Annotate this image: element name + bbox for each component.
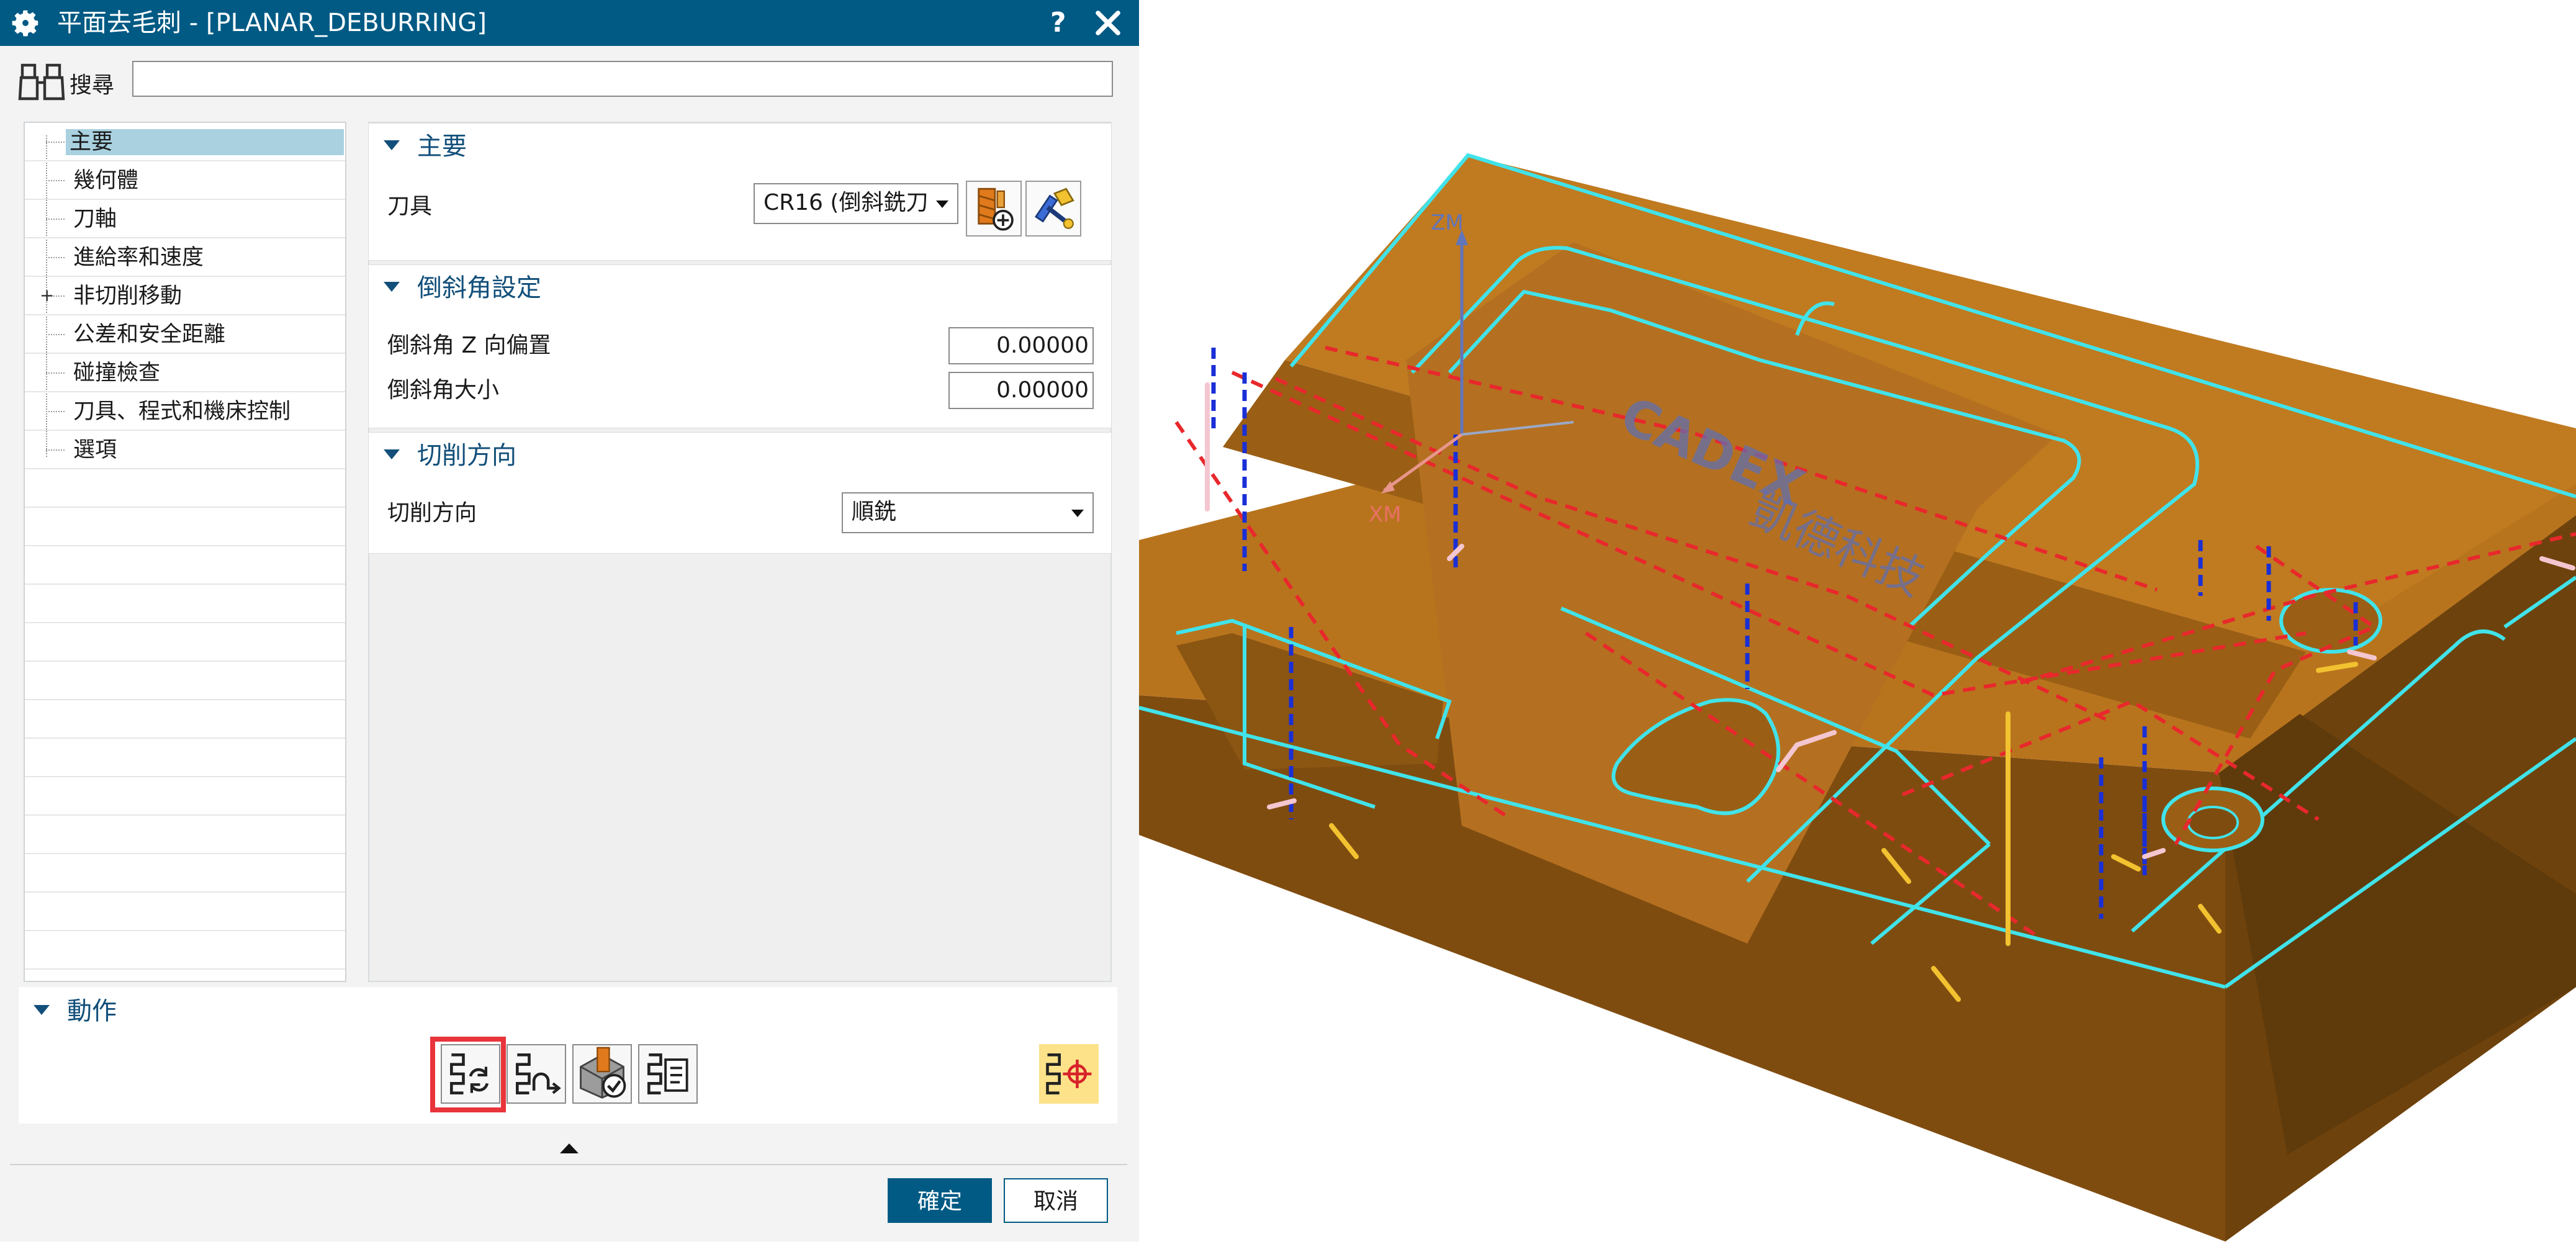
tool-select[interactable]: CR16 (倒斜銑刀 [754, 183, 958, 224]
list-button[interactable] [638, 1044, 698, 1104]
tree-connector [46, 411, 65, 412]
new-tool-button[interactable] [966, 181, 1022, 237]
nav-empty-row [25, 739, 345, 777]
cut-direction-label: 切削方向 [387, 500, 477, 526]
help-button[interactable]: ? [1050, 0, 1066, 46]
part-model[interactable]: ZM XM CADEX 凱德科技 [1138, 0, 2576, 1242]
chamfer-size-label: 倒斜角大小 [387, 377, 500, 403]
axis-label-x: XM [1369, 502, 1402, 527]
navigation-tree: 主要幾何體刀軸進給率和速度 + 非切削移動公差和安全距離 碰撞檢查刀具、程式和機床控制… [24, 122, 346, 982]
new-tool-icon [978, 187, 1014, 231]
binoculars-icon [18, 63, 65, 101]
verify-button[interactable] [572, 1044, 632, 1104]
nav-item[interactable]: 主要 [25, 123, 345, 161]
nav-item[interactable]: 刀具、程式和機床控制 [25, 392, 345, 431]
tree-connector [46, 372, 65, 374]
search-input[interactable] [132, 61, 1113, 97]
chevron-down-icon [1071, 510, 1084, 517]
verify-icon [580, 1047, 626, 1099]
main-group-header[interactable]: 主要 [384, 128, 467, 165]
nav-empty-row [25, 508, 345, 546]
nav-item-label: 刀具、程式和機床控制 [73, 399, 291, 424]
edit-tool-button[interactable] [1025, 181, 1081, 237]
tree-connector [46, 142, 65, 143]
tree-connector [46, 449, 65, 451]
nav-item-label: 碰撞檢查 [73, 361, 161, 385]
nav-item-label: 進給率和速度 [73, 245, 204, 270]
cancel-button[interactable]: 取消 [1004, 1178, 1108, 1223]
nav-item-label: 選項 [73, 438, 117, 462]
nav-item-label: 刀軸 [73, 207, 117, 232]
nav-empty-row [25, 854, 345, 893]
nav-item-label: 主要 [66, 129, 344, 155]
title-bar: 平面去毛刺 - [PLANAR_DEBURRING] ? [0, 0, 1139, 46]
nav-item[interactable]: + 非切削移動 [25, 277, 345, 315]
main-group: 主要 刀具 CR16 (倒斜銑刀 [368, 123, 1112, 261]
collapse-triangle-icon [34, 1005, 50, 1015]
chamfer-z-offset-label: 倒斜角 Z 向偏置 [387, 333, 551, 358]
nav-item[interactable]: 碰撞檢查 [25, 354, 345, 392]
footer-divider [10, 1164, 1127, 1165]
graphics-viewport[interactable]: ZM XM CADEX 凱德科技 [1138, 0, 2576, 1242]
edit-tool-icon [1035, 187, 1074, 229]
expand-plus-icon[interactable]: + [40, 287, 54, 304]
nav-empty-row [25, 469, 345, 508]
axis-label-z: ZM [1431, 210, 1464, 235]
nav-empty-row [25, 777, 345, 816]
tree-connector [46, 219, 65, 220]
replay-button[interactable] [507, 1044, 566, 1104]
nav-empty-row [25, 623, 345, 662]
generate-highlight-box [430, 1037, 506, 1112]
tool-label: 刀具 [387, 194, 433, 219]
tree-connector [46, 257, 65, 258]
nav-item[interactable]: 刀軸 [25, 200, 345, 238]
nav-item[interactable]: 公差和安全距離 [25, 315, 345, 354]
nav-empty-row [25, 585, 345, 623]
cut-direction-header[interactable]: 切削方向 [384, 438, 516, 474]
nav-empty-row [25, 816, 345, 854]
collapse-triangle-icon [384, 140, 400, 150]
nav-item[interactable]: 幾何體 [25, 161, 345, 200]
replay-icon [516, 1053, 561, 1094]
tree-connector [46, 334, 65, 335]
nav-item-label: 幾何體 [73, 168, 139, 193]
actions-header[interactable]: 動作 [34, 993, 117, 1029]
collapse-triangle-icon [384, 449, 400, 459]
nav-empty-row [25, 893, 345, 931]
nav-item-label: 公差和安全距離 [73, 322, 226, 347]
nav-empty-row [25, 931, 345, 970]
search-label: 搜尋 [70, 73, 115, 98]
close-icon[interactable] [1094, 9, 1122, 37]
chamfer-settings-group: 倒斜角設定 倒斜角 Z 向偏置 0.00000 倒斜角大小 0.00000 [368, 264, 1112, 428]
chevron-down-icon [936, 201, 948, 208]
nav-empty-row [25, 700, 345, 739]
expand-dialog-icon[interactable] [560, 1143, 579, 1153]
actions-group: 動作 [19, 987, 1117, 1124]
cut-direction-select[interactable]: 順銑 [842, 492, 1094, 533]
nav-empty-row [25, 662, 345, 700]
chamfer-z-offset-field[interactable]: 0.00000 [948, 327, 1094, 364]
gear-icon [12, 10, 38, 37]
cut-direction-group: 切削方向 切削方向 順銑 [368, 432, 1112, 554]
chamfer-size-field[interactable]: 0.00000 [948, 372, 1094, 409]
display-feature-icon [1046, 1053, 1092, 1094]
nav-item[interactable]: 進給率和速度 [25, 238, 345, 277]
tree-connector [46, 180, 65, 181]
dialog-title: 平面去毛刺 - [PLANAR_DEBURRING] [57, 9, 487, 37]
display-feature-button[interactable] [1039, 1044, 1099, 1104]
collapse-triangle-icon [384, 282, 400, 292]
ok-button[interactable]: 確定 [888, 1178, 992, 1223]
list-icon [647, 1053, 688, 1094]
search-row: 搜尋 [0, 50, 1139, 112]
nav-item[interactable]: 選項 [25, 431, 345, 469]
chamfer-settings-header[interactable]: 倒斜角設定 [384, 270, 541, 306]
nav-item-label: 非切削移動 [73, 284, 182, 309]
dialog-window: 平面去毛刺 - [PLANAR_DEBURRING] ? 搜尋 主要幾何體刀軸進… [0, 0, 1139, 1242]
nav-empty-row [25, 546, 345, 585]
